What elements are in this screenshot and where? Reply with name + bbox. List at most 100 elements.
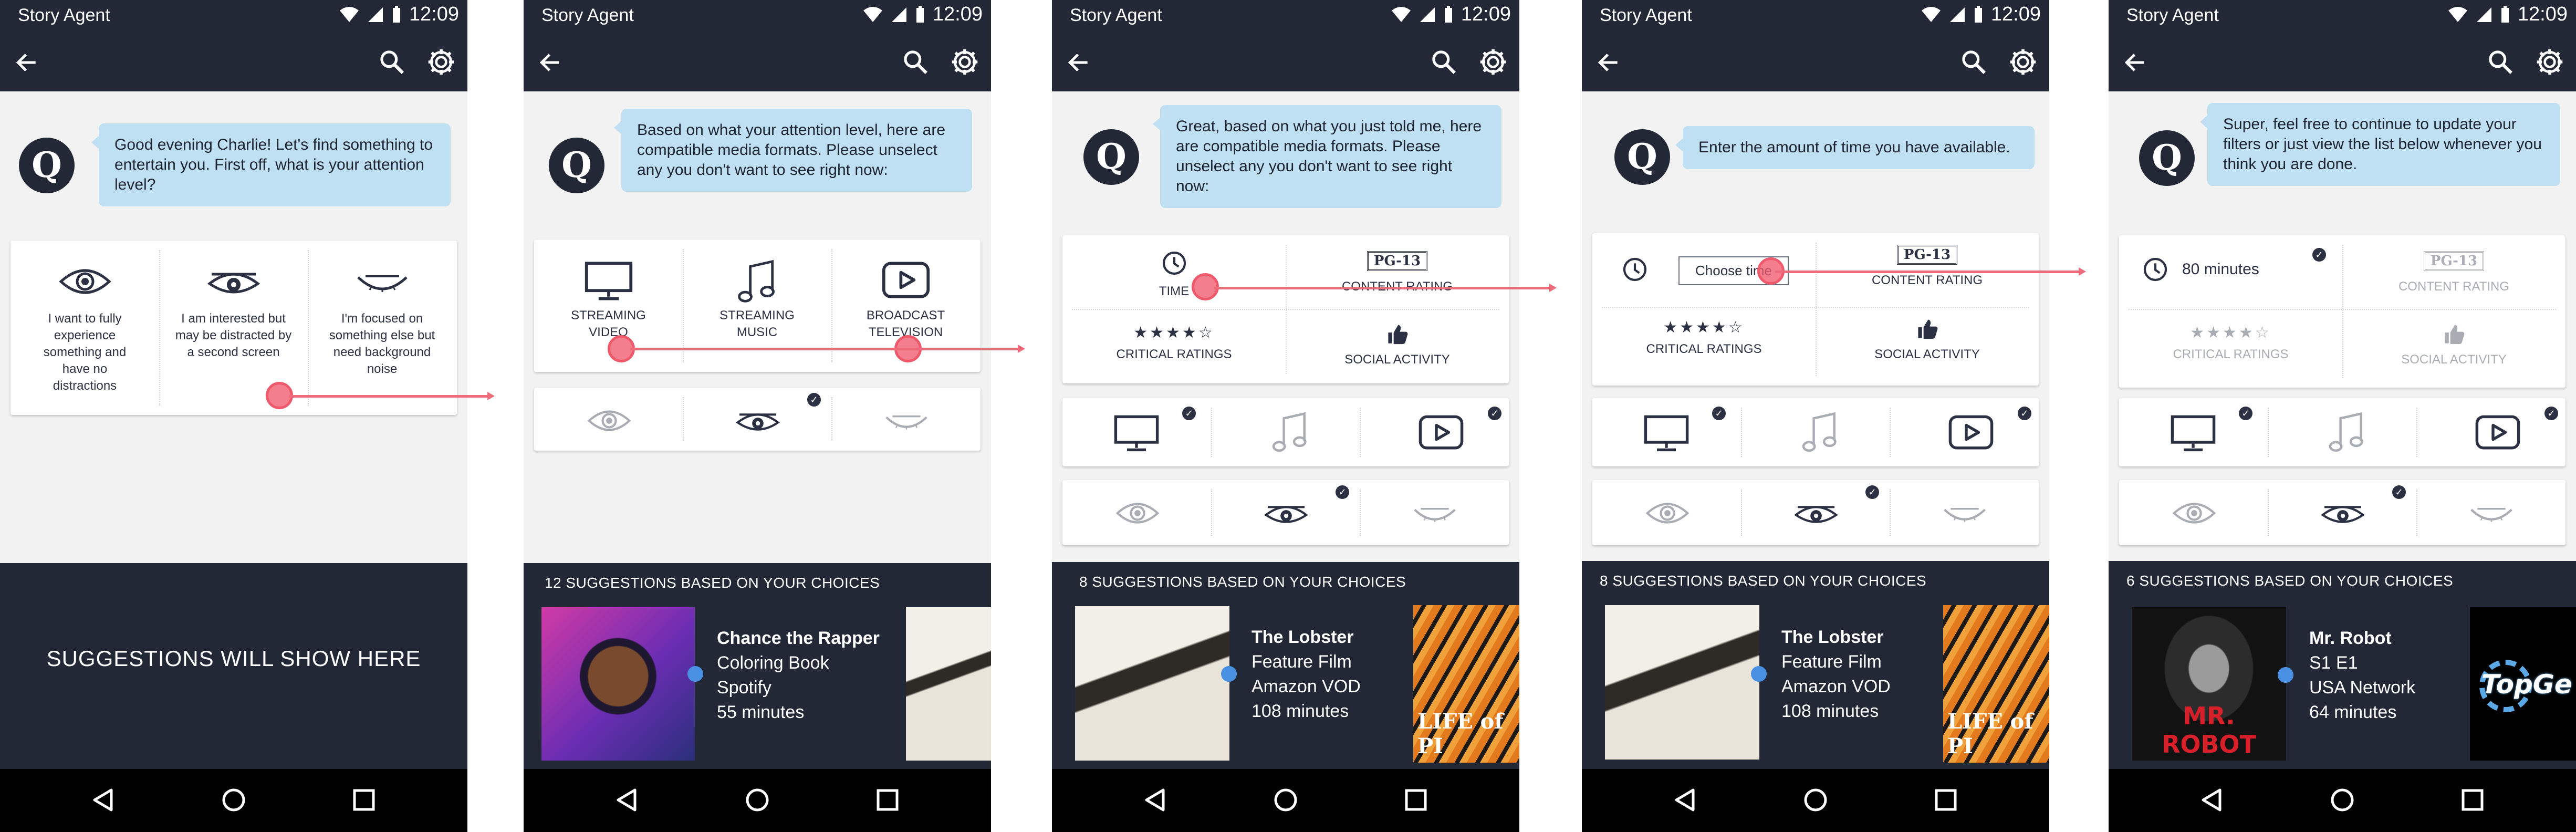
android-nav-bar (1582, 769, 2049, 832)
app-bar (524, 33, 991, 91)
eye-open-icon[interactable] (2172, 500, 2216, 526)
suggestion-line2: Spotify (717, 678, 771, 698)
the-lobster-poster[interactable] (1075, 606, 1229, 761)
eye-half-icon[interactable] (1264, 500, 1308, 526)
suggestions-count-header: 8 SUGGESTIONS BASED ON YOUR CHOICES (1600, 573, 1927, 589)
play-button-icon[interactable] (2474, 413, 2521, 453)
critical-ratings-filter[interactable]: ★★★★☆ CRITICAL RATINGS (2119, 324, 2342, 363)
suggestions-placeholder-panel: SUGGESTIONS WILL SHOW HERE (0, 563, 467, 769)
life-of-pi-poster[interactable]: LIFE of PI (1943, 605, 2049, 763)
eye-closed-icon[interactable] (1413, 500, 1457, 526)
search-icon[interactable] (1960, 48, 1987, 76)
nav-back-icon[interactable] (1142, 787, 1169, 813)
critical-ratings-filter[interactable]: ★★★★☆ CRITICAL RATINGS (1062, 324, 1286, 363)
format-streaming-music[interactable]: STREAMING MUSIC (683, 259, 831, 341)
nav-back-icon[interactable] (1672, 787, 1698, 813)
nav-recent-icon[interactable] (2459, 787, 2486, 813)
social-activity-filter[interactable]: SOCIAL ACTIVITY (1286, 323, 1509, 368)
eye-closed-icon[interactable] (2469, 500, 2514, 526)
music-note-icon[interactable] (1800, 412, 1840, 454)
attention-option-second-screen[interactable]: I am interested but may be distracted by… (159, 266, 308, 361)
nav-home-icon[interactable] (1802, 787, 1829, 813)
social-activity-filter[interactable]: SOCIAL ACTIVITY (1816, 317, 2039, 363)
gear-icon[interactable] (1478, 47, 1508, 77)
content-rating-filter[interactable]: PG-13 CONTENT RATING (2342, 251, 2565, 295)
suggestion-line1: Feature Film (1781, 652, 1882, 672)
battery-icon (391, 6, 402, 24)
format-streaming-video[interactable]: STREAMING VIDEO (534, 259, 683, 341)
critical-ratings-filter[interactable]: ★★★★☆ CRITICAL RATINGS (1592, 318, 1816, 358)
android-nav-bar (524, 769, 991, 832)
swipe-arrowhead (1549, 284, 1557, 292)
attention-option-background[interactable]: I'm focused on something else but need b… (308, 266, 456, 378)
nav-home-icon[interactable] (221, 787, 247, 813)
attention-option-full[interactable]: I want to fully experience something and… (11, 266, 159, 394)
back-arrow-icon[interactable] (2122, 49, 2149, 76)
search-icon[interactable] (902, 48, 929, 76)
nav-back-icon[interactable] (2199, 787, 2225, 813)
android-nav-bar (2109, 769, 2576, 832)
mr-robot-poster[interactable]: MR. ROBOT (2132, 607, 2286, 761)
eye-closed-icon[interactable] (884, 408, 929, 434)
format-broadcast-television[interactable]: BROADCAST TELEVISION (831, 259, 980, 341)
chance-the-rapper-cover[interactable] (541, 607, 695, 761)
top-gear-poster[interactable]: TopGe (2470, 607, 2576, 761)
content-rating-filter[interactable]: PG-13 CONTENT RATING (1816, 245, 2039, 289)
wifi-icon (339, 6, 360, 23)
screen-5: Story Agent 12:09 Q Super, feel free to … (2109, 0, 2576, 832)
back-arrow-icon[interactable] (537, 49, 564, 76)
star-rating-icon: ★★★★☆ (2190, 324, 2271, 341)
swipe-trail (1214, 287, 1550, 289)
suggestion-line3: 108 minutes (1781, 701, 1879, 721)
clock-icon (1161, 250, 1187, 276)
eye-open-icon[interactable] (587, 408, 631, 434)
gear-icon[interactable] (2535, 47, 2564, 77)
nav-home-icon[interactable] (2329, 787, 2355, 813)
music-note-icon[interactable] (2327, 412, 2367, 454)
search-icon[interactable] (378, 48, 405, 76)
nav-home-icon[interactable] (1273, 787, 1299, 813)
gear-icon[interactable] (2008, 47, 2038, 77)
monitor-icon[interactable] (1113, 413, 1160, 453)
app-bar (1052, 33, 1519, 91)
eye-closed-icon[interactable] (1943, 500, 1987, 526)
back-arrow-icon[interactable] (1066, 49, 1092, 76)
nav-back-icon[interactable] (90, 787, 117, 813)
nav-recent-icon[interactable] (1403, 787, 1429, 813)
suggestion-line2: USA Network (2309, 678, 2416, 698)
search-icon[interactable] (1430, 48, 1457, 76)
nav-recent-icon[interactable] (874, 787, 901, 813)
eye-half-icon[interactable] (736, 408, 780, 434)
suggestion-title: The Lobster (1781, 627, 1884, 647)
nav-home-icon[interactable] (744, 787, 770, 813)
wifi-icon (1391, 6, 1412, 23)
eye-open-icon[interactable] (1115, 500, 1160, 526)
eye-open-icon[interactable] (1645, 500, 1689, 526)
monitor-icon[interactable] (2170, 413, 2217, 453)
check-icon: ✓ (2018, 407, 2031, 420)
life-of-pi-poster[interactable]: LIFE of PI (1413, 605, 1519, 763)
status-app-name: Story Agent (541, 5, 634, 25)
next-suggestion-cover[interactable] (906, 607, 991, 761)
nav-back-icon[interactable] (614, 787, 640, 813)
the-lobster-poster[interactable] (1605, 605, 1759, 760)
nav-recent-icon[interactable] (1933, 787, 1959, 813)
social-activity-filter[interactable]: SOCIAL ACTIVITY (2342, 323, 2565, 368)
android-nav-bar (0, 769, 467, 832)
play-button-icon[interactable] (1417, 413, 1465, 453)
monitor-icon[interactable] (1643, 413, 1690, 453)
music-note-icon[interactable] (1270, 412, 1310, 454)
time-filter[interactable]: TIME (1062, 250, 1286, 300)
search-icon[interactable] (2487, 48, 2514, 76)
eye-half-icon[interactable] (2321, 500, 2365, 526)
gear-icon[interactable] (950, 47, 979, 77)
rating-badge: PG-13 (1896, 245, 1958, 265)
eye-half-icon[interactable] (1794, 500, 1838, 526)
nav-recent-icon[interactable] (351, 787, 377, 813)
gear-icon[interactable] (426, 47, 456, 77)
play-button-icon[interactable] (1947, 413, 1995, 453)
time-value[interactable]: 80 minutes (2182, 261, 2259, 278)
back-arrow-icon[interactable] (14, 49, 40, 76)
back-arrow-icon[interactable] (1595, 49, 1622, 76)
agent-message: Great, based on what you just told me, h… (1153, 105, 1501, 208)
